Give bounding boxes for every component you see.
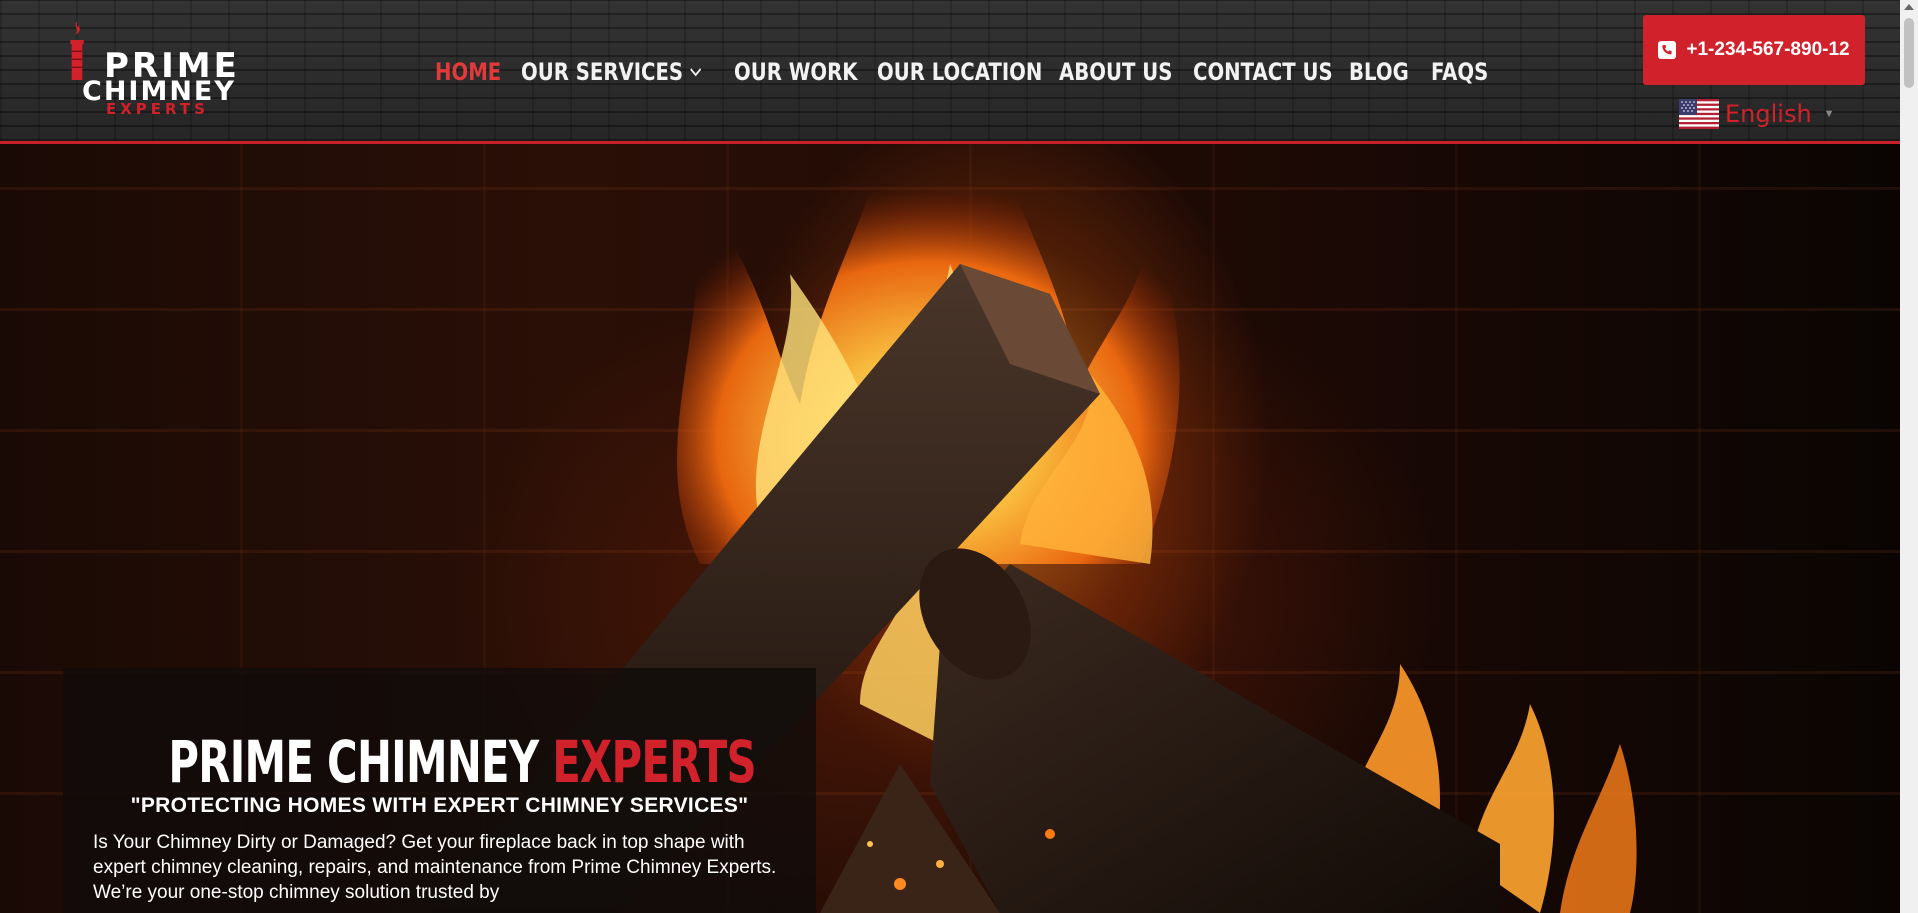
nav-our-services-label: OUR SERVICES — [521, 58, 684, 86]
nav-our-work[interactable]: OUR WORK — [734, 58, 858, 86]
hero-subtitle: "PROTECTING HOMES WITH EXPERT CHIMNEY SE… — [130, 794, 749, 817]
language-selector[interactable]: English ▼ — [1679, 99, 1835, 129]
nav-about-us[interactable]: ABOUT US — [1059, 58, 1172, 86]
chevron-down-icon — [689, 68, 701, 77]
scrollbar-thumb[interactable] — [1904, 18, 1914, 88]
page-scrollbar[interactable] — [1900, 0, 1918, 913]
hero-description: Is Your Chimney Dirty or Damaged? Get yo… — [93, 832, 777, 903]
scroll-up-arrow-icon[interactable] — [1904, 4, 1914, 10]
logo-line-3: EXPERTS — [106, 100, 209, 118]
hero-title-part-2: EXPERTS — [552, 728, 756, 796]
nav-faqs[interactable]: FAQS — [1431, 58, 1488, 86]
chimney-logo-icon — [70, 21, 84, 80]
nav-our-location[interactable]: OUR LOCATION — [877, 58, 1042, 86]
hero-title-part-1: PRIME CHIMNEY — [168, 728, 539, 796]
phone-call-button[interactable]: +1-234-567-890-12 — [1643, 15, 1865, 85]
phone-number: +1-234-567-890-12 — [1686, 39, 1850, 60]
hero-title: PRIME CHIMNEY EXPERTS — [168, 728, 756, 796]
nav-blog[interactable]: BLOG — [1349, 58, 1409, 86]
nav-contact-us[interactable]: CONTACT US — [1193, 58, 1333, 86]
language-label: English — [1725, 100, 1812, 128]
caret-down-icon: ▼ — [1823, 108, 1835, 120]
site-header: PRIME CHIMNEY EXPERTS HOME OUR SERVICES … — [0, 0, 1900, 144]
site-logo[interactable]: PRIME CHIMNEY EXPERTS — [62, 20, 242, 120]
main-nav: HOME OUR SERVICES OUR WORK OUR LOCATION … — [435, 52, 1515, 92]
us-flag-icon — [1679, 99, 1719, 129]
hero-text-panel: PRIME CHIMNEY EXPERTS "PROTECTING HOMES … — [63, 668, 816, 913]
nav-home[interactable]: HOME — [435, 58, 501, 86]
phone-icon — [1658, 41, 1677, 59]
nav-our-services[interactable]: OUR SERVICES — [521, 58, 701, 86]
hero-section: PRIME CHIMNEY EXPERTS "PROTECTING HOMES … — [0, 144, 1900, 913]
